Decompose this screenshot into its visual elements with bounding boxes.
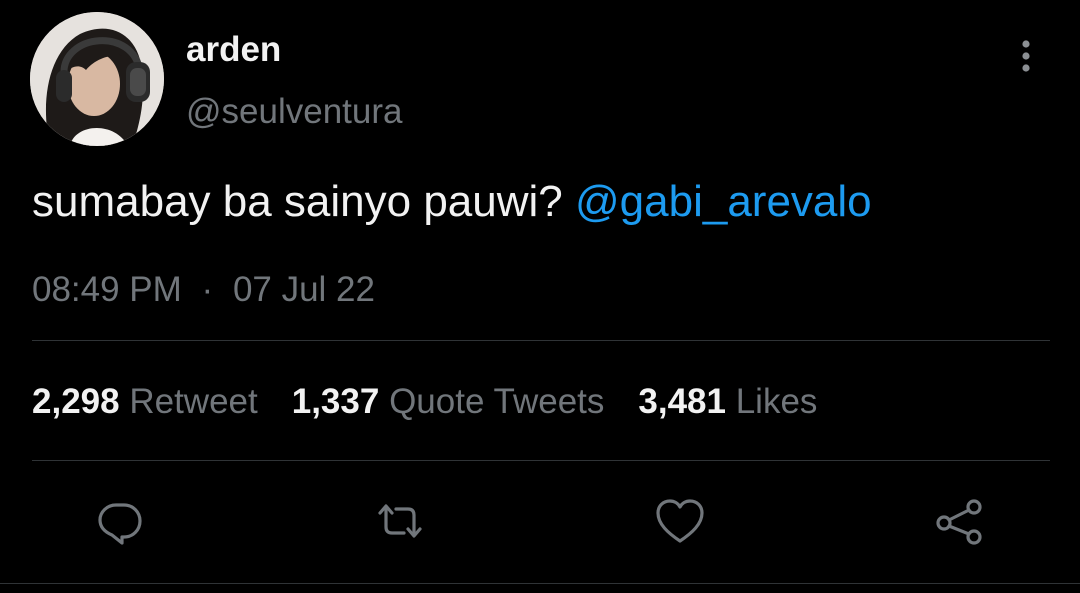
- divider: [0, 583, 1080, 584]
- retweet-button[interactable]: [372, 493, 428, 549]
- like-label: Likes: [735, 382, 818, 421]
- like-button[interactable]: [652, 493, 708, 549]
- avatar-photo: [30, 12, 164, 146]
- retweet-label: Retweet: [129, 382, 258, 421]
- avatar[interactable]: [30, 12, 164, 146]
- more-vertical-icon: [1022, 40, 1030, 72]
- retweet-count: 2,298: [32, 382, 120, 421]
- quote-label: Quote Tweets: [389, 382, 605, 421]
- mention-link[interactable]: @gabi_arevalo: [575, 177, 872, 226]
- display-name[interactable]: arden: [186, 28, 281, 72]
- reply-button[interactable]: [92, 493, 148, 549]
- reply-icon: [98, 503, 142, 545]
- like-count: 3,481: [638, 382, 726, 421]
- share-button[interactable]: [932, 493, 988, 549]
- tweet-time: 08:49 PM: [32, 270, 182, 309]
- quote-count-link[interactable]: 1,337 Quote Tweets: [292, 380, 605, 424]
- tweet-stats: 2,298 Retweet 1,337 Quote Tweets 3,481 L…: [32, 380, 851, 424]
- like-count-link[interactable]: 3,481 Likes: [638, 380, 817, 424]
- user-handle[interactable]: @seulventura: [186, 90, 402, 134]
- quote-count: 1,337: [291, 382, 380, 421]
- more-options-button[interactable]: [1008, 36, 1044, 76]
- share-icon: [936, 499, 982, 545]
- tweet-detail: arden @seulventura sumabay ba sainyo pau…: [0, 0, 1080, 593]
- tweet-body: sumabay ba sainyo pauwi?: [32, 177, 575, 226]
- divider: [32, 460, 1050, 461]
- divider: [32, 340, 1050, 341]
- meta-separator: ·: [201, 270, 214, 309]
- tweet-date[interactable]: 07 Jul 22: [233, 270, 375, 309]
- tweet-timestamp: 08:49 PM · 07 Jul 22: [32, 268, 375, 312]
- heart-icon: [656, 499, 704, 543]
- tweet-actions: [0, 493, 1080, 553]
- retweet-count-link[interactable]: 2,298 Retweet: [32, 380, 258, 424]
- retweet-icon: [378, 504, 422, 538]
- tweet-text: sumabay ba sainyo pauwi? @gabi_arevalo: [32, 176, 872, 228]
